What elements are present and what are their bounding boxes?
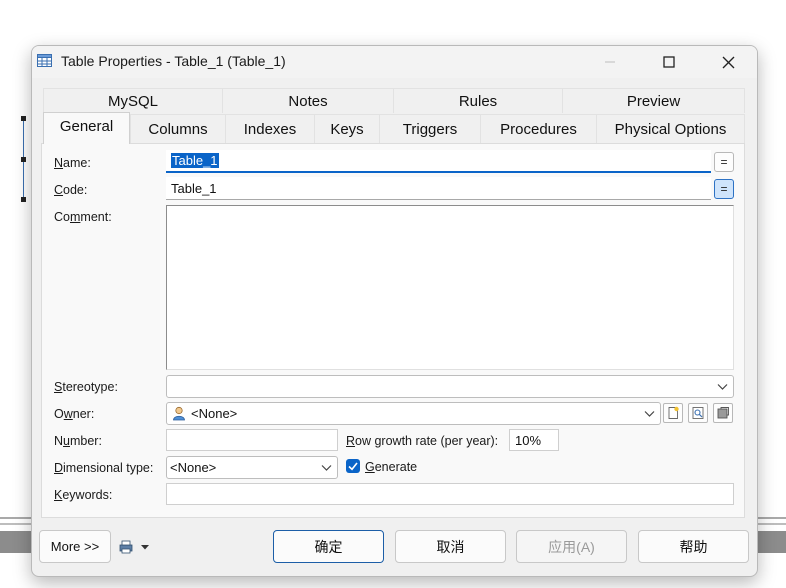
user-icon bbox=[173, 406, 185, 421]
owner-properties-button[interactable] bbox=[713, 403, 733, 423]
select-object-icon bbox=[692, 407, 704, 419]
tab-label: Keys bbox=[330, 120, 364, 138]
tab-procedures[interactable]: Procedures bbox=[480, 114, 597, 143]
code-sync-button[interactable]: = bbox=[714, 179, 734, 199]
tab-label: Columns bbox=[148, 120, 208, 138]
code-input[interactable]: Table_1 bbox=[166, 177, 711, 200]
tab-label: Notes bbox=[288, 92, 328, 110]
cancel-button[interactable]: 取消 bbox=[395, 530, 506, 563]
print-icon bbox=[119, 540, 133, 554]
tab-keys[interactable]: Keys bbox=[314, 114, 380, 143]
tab-indexes[interactable]: Indexes bbox=[225, 114, 315, 143]
close-button[interactable] bbox=[700, 46, 756, 78]
name-label: Name: bbox=[54, 156, 91, 170]
code-value: Table_1 bbox=[171, 180, 217, 196]
dimensional-type-select[interactable]: <None> bbox=[166, 456, 338, 479]
tab-label: Triggers bbox=[402, 120, 458, 138]
owner-select-button[interactable] bbox=[688, 403, 708, 423]
maximize-icon bbox=[663, 56, 675, 68]
tab-general[interactable]: General bbox=[43, 112, 130, 144]
print-menu-button[interactable] bbox=[118, 538, 152, 556]
tab-rules[interactable]: Rules bbox=[393, 88, 563, 113]
tab-preview[interactable]: Preview bbox=[562, 88, 745, 113]
new-document-icon bbox=[668, 406, 679, 419]
row-growth-label: Row growth rate (per year): bbox=[346, 434, 499, 448]
table-properties-dialog: Table Properties - Table_1 (Table_1) MyS… bbox=[31, 45, 758, 577]
minimize-icon bbox=[605, 61, 615, 63]
stereotype-combobox[interactable] bbox=[166, 375, 734, 398]
tab-label: Procedures bbox=[500, 120, 577, 138]
name-value: Table_1 bbox=[171, 153, 219, 168]
tab-label: Physical Options bbox=[614, 120, 727, 138]
chevron-down-icon bbox=[644, 411, 655, 417]
chevron-down-icon bbox=[717, 384, 728, 390]
chevron-down-icon bbox=[321, 465, 332, 471]
help-button[interactable]: 帮助 bbox=[638, 530, 749, 563]
minimize-button[interactable] bbox=[582, 46, 638, 78]
tab-notes[interactable]: Notes bbox=[222, 88, 394, 113]
tab-mysql[interactable]: MySQL bbox=[43, 88, 223, 113]
chevron-down-icon bbox=[141, 545, 149, 550]
owner-combobox[interactable]: <None> bbox=[166, 402, 661, 425]
comment-label: Comment: bbox=[54, 210, 112, 224]
selection-handle bbox=[21, 116, 26, 121]
tab-columns[interactable]: Columns bbox=[130, 114, 226, 143]
stereotype-label: Stereotype: bbox=[54, 380, 118, 394]
apply-button[interactable]: 应用(A) bbox=[516, 530, 627, 563]
window-title: Table Properties - Table_1 (Table_1) bbox=[61, 53, 286, 69]
generate-checkbox[interactable] bbox=[346, 459, 360, 473]
name-input[interactable]: Table_1 bbox=[166, 150, 711, 173]
selection-handle bbox=[21, 197, 26, 202]
owner-label: Owner: bbox=[54, 407, 95, 421]
generate-label[interactable]: Generate bbox=[365, 460, 417, 474]
title-bar: Table Properties - Table_1 (Table_1) bbox=[32, 46, 757, 78]
more-button[interactable]: More >> bbox=[39, 530, 111, 563]
row-growth-value: 10% bbox=[515, 432, 542, 448]
keywords-input[interactable] bbox=[166, 483, 734, 505]
tab-triggers[interactable]: Triggers bbox=[379, 114, 481, 143]
tab-physical-options[interactable]: Physical Options bbox=[596, 114, 745, 143]
tab-label: Indexes bbox=[243, 120, 297, 138]
maximize-button[interactable] bbox=[641, 46, 697, 78]
keywords-label: Keywords: bbox=[54, 488, 113, 502]
tab-label: Rules bbox=[458, 92, 498, 110]
owner-value: <None> bbox=[191, 406, 238, 421]
properties-icon bbox=[717, 407, 729, 419]
number-input[interactable] bbox=[166, 429, 338, 451]
code-label: Code: bbox=[54, 183, 88, 197]
name-code-sync-button[interactable]: = bbox=[714, 152, 734, 172]
dimensional-type-value: <None> bbox=[170, 460, 217, 475]
selection-handle bbox=[21, 157, 26, 162]
row-growth-input[interactable]: 10% bbox=[509, 429, 559, 451]
comment-textarea[interactable] bbox=[166, 205, 734, 370]
checkmark-icon bbox=[348, 462, 358, 471]
tab-label: MySQL bbox=[107, 92, 158, 110]
owner-create-button[interactable] bbox=[663, 403, 683, 423]
table-icon bbox=[37, 54, 52, 67]
close-icon bbox=[722, 56, 734, 68]
number-label: Number: bbox=[54, 434, 102, 448]
dimensional-type-label: Dimensional type: bbox=[54, 461, 154, 475]
tab-label: Preview bbox=[626, 92, 681, 110]
tab-label: General bbox=[59, 118, 114, 135]
ok-button[interactable]: 确定 bbox=[273, 530, 384, 563]
